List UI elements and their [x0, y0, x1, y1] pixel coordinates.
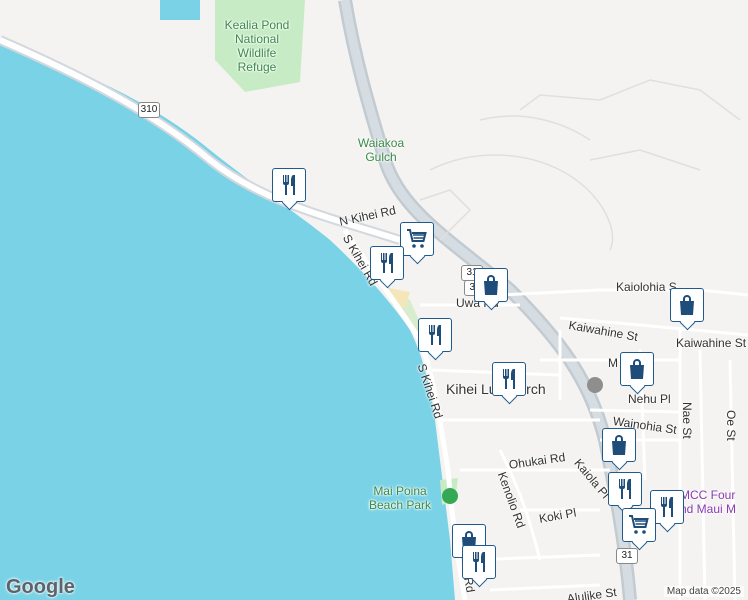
- oe-st-label: Oe St: [724, 410, 738, 441]
- google-logo[interactable]: Google: [6, 576, 75, 599]
- waiakoa-gulch-label: Waiakoa Gulch: [357, 136, 405, 164]
- m-label: M: [608, 356, 618, 370]
- shop-marker[interactable]: [670, 288, 704, 322]
- grocery-marker[interactable]: [622, 508, 656, 542]
- mai-poina-beach-park-label: Mai Poina Beach Park: [368, 484, 432, 512]
- shop-marker[interactable]: [474, 268, 508, 302]
- route-310-shield: 310: [138, 102, 160, 118]
- kaiolohia-st-label: Kaiolohia S: [616, 280, 677, 294]
- shop-marker[interactable]: [602, 428, 636, 462]
- restaurant-marker[interactable]: [492, 362, 526, 396]
- restaurant-marker[interactable]: [370, 246, 404, 280]
- uhmc-label: MCC Four nd Maui M: [680, 488, 737, 516]
- nae-st-label: Nae St: [680, 402, 694, 439]
- kealia-pond-label: Kealia Pond National Wildlife Refuge: [224, 18, 290, 74]
- restaurant-marker[interactable]: [608, 472, 642, 506]
- pond: [160, 0, 200, 20]
- shop-marker[interactable]: [620, 352, 654, 386]
- park-pin-icon: [442, 488, 458, 504]
- nehu-pl-label: Nehu Pl: [628, 392, 671, 406]
- restaurant-marker[interactable]: [418, 318, 452, 352]
- map-attribution[interactable]: Map data ©2025: [663, 586, 744, 597]
- map-canvas[interactable]: Kealia Pond National Wildlife Refuge Wai…: [0, 0, 748, 600]
- church-cross-icon: [587, 377, 603, 393]
- grocery-marker[interactable]: [400, 222, 434, 256]
- restaurant-marker[interactable]: [272, 168, 306, 202]
- kaiwahine-st-label-2: Kaiwahine St: [676, 336, 747, 350]
- restaurant-marker[interactable]: [462, 545, 496, 579]
- route-31-shield-south: 31: [616, 548, 638, 564]
